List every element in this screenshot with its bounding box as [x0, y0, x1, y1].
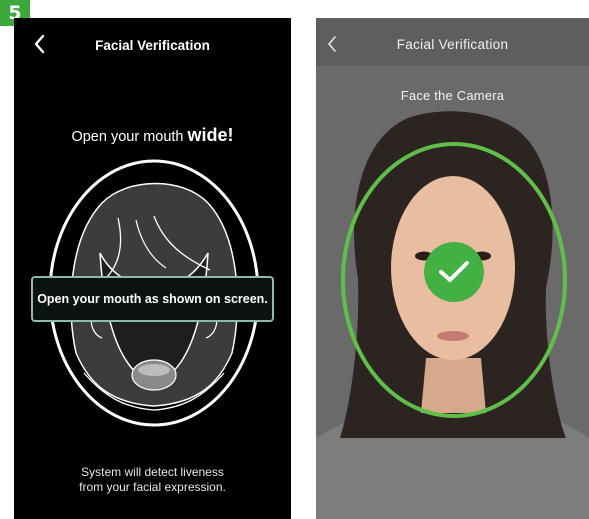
footer-line-2: from your facial expression.	[79, 480, 226, 494]
nav-title: Facial Verification	[396, 37, 509, 52]
camera-instruction: Face the Camera	[400, 88, 505, 103]
instruction-heading: Open your mouth wide!	[14, 125, 291, 146]
liveness-footer: System will detect liveness from your fa…	[14, 465, 291, 495]
checkmark-icon	[439, 261, 469, 282]
instruction-prefix: Open your mouth	[71, 129, 188, 145]
instruction-emphasis: wide!	[187, 125, 234, 145]
right-phone-screen: Facial Verification Face the Camera	[316, 18, 589, 519]
footer-line-1: System will detect liveness	[81, 465, 224, 479]
left-phone-screen: Facial Verification Open your mouth wide…	[14, 18, 291, 519]
nav-title: Facial Verification	[95, 38, 210, 53]
instruction-banner: Open your mouth as shown on screen.	[31, 276, 274, 322]
verified-badge	[424, 242, 484, 302]
